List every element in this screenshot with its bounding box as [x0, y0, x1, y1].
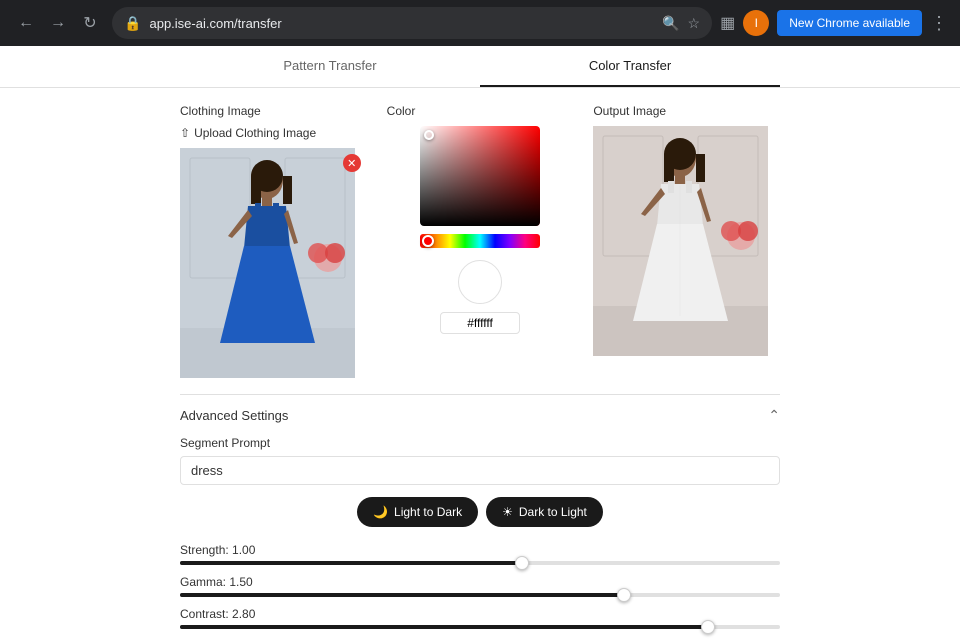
color-spectrum[interactable] [420, 234, 540, 248]
color-picker-area [387, 126, 574, 334]
page: Pattern Transfer Color Transfer Clothing… [0, 46, 960, 640]
slider-label-0: Strength: 1.00 [180, 543, 780, 557]
mode-buttons: 🌙 Light to Dark ☀ Dark to Light [180, 497, 780, 527]
url-text: app.ise-ai.com/transfer [149, 16, 654, 31]
advanced-section: Advanced Settings ⌃ Segment Prompt 🌙 Lig… [180, 394, 780, 640]
extensions-icon[interactable]: ▦ [720, 13, 735, 33]
light-to-dark-button[interactable]: 🌙 Light to Dark [357, 497, 478, 527]
color-gradient-box[interactable] [420, 126, 540, 226]
lock-icon: 🔒 [124, 15, 141, 32]
slider-track-2[interactable] [180, 625, 780, 629]
clothing-col: Clothing Image ⇧ Upload Clothing Image [180, 104, 367, 378]
slider-thumb-0[interactable] [515, 556, 529, 570]
output-image [593, 126, 768, 356]
clothing-image-container: ✕ [180, 148, 367, 378]
search-icon: 🔍 [662, 15, 679, 32]
nav-buttons: ← → ↻ [12, 9, 104, 37]
color-picker-dot [424, 130, 434, 140]
back-button[interactable]: ← [12, 9, 40, 37]
advanced-header[interactable]: Advanced Settings ⌃ [180, 407, 780, 424]
clothing-label: Clothing Image [180, 104, 367, 118]
upload-clothing-button[interactable]: ⇧ Upload Clothing Image [180, 126, 316, 140]
slider-label-1: Gamma: 1.50 [180, 575, 780, 589]
user-avatar[interactable]: I [743, 10, 769, 36]
slider-thumb-2[interactable] [701, 620, 715, 634]
output-label: Output Image [593, 104, 780, 118]
slider-fill-2 [180, 625, 708, 629]
output-col: Output Image [593, 104, 780, 378]
segment-prompt-input[interactable] [180, 456, 780, 485]
slider-track-1[interactable] [180, 593, 780, 597]
upload-icon: ⇧ [180, 126, 190, 140]
tab-pattern[interactable]: Pattern Transfer [180, 46, 480, 87]
slider-fill-0 [180, 561, 522, 565]
slider-row-1: Gamma: 1.50 [180, 575, 780, 597]
browser-right: ▦ I New Chrome available ⋮ [720, 10, 948, 36]
address-bar[interactable]: 🔒 app.ise-ai.com/transfer 🔍 ☆ [112, 7, 712, 39]
slider-row-2: Contrast: 2.80 [180, 607, 780, 629]
main-content: Clothing Image ⇧ Upload Clothing Image [0, 88, 960, 640]
menu-dots-icon[interactable]: ⋮ [930, 13, 948, 34]
chevron-up-icon: ⌃ [768, 407, 780, 424]
browser-chrome: ← → ↻ 🔒 app.ise-ai.com/transfer 🔍 ☆ ▦ I … [0, 0, 960, 46]
color-label: Color [387, 104, 574, 118]
hex-input[interactable] [440, 312, 520, 334]
forward-button[interactable]: → [44, 9, 72, 37]
spectrum-container [420, 234, 540, 248]
sliders-container: Strength: 1.00Gamma: 1.50Contrast: 2.80B… [180, 543, 780, 640]
star-icon: ☆ [687, 15, 700, 32]
chrome-update-button[interactable]: New Chrome available [777, 10, 922, 36]
tabs-bar: Pattern Transfer Color Transfer [0, 46, 960, 88]
slider-row-0: Strength: 1.00 [180, 543, 780, 565]
close-clothing-image-button[interactable]: ✕ [343, 154, 361, 172]
advanced-title: Advanced Settings [180, 408, 288, 423]
sun-icon: ☀ [502, 505, 513, 519]
color-col: Color [387, 104, 574, 378]
segment-prompt-label: Segment Prompt [180, 436, 780, 450]
clothing-image [180, 148, 355, 378]
slider-track-0[interactable] [180, 561, 780, 565]
spectrum-thumb [422, 235, 434, 247]
three-col-layout: Clothing Image ⇧ Upload Clothing Image [180, 104, 780, 378]
slider-fill-1 [180, 593, 624, 597]
tab-color[interactable]: Color Transfer [480, 46, 780, 87]
slider-thumb-1[interactable] [617, 588, 631, 602]
color-preview-circle [458, 260, 502, 304]
dark-to-light-button[interactable]: ☀ Dark to Light [486, 497, 603, 527]
reload-button[interactable]: ↻ [76, 9, 104, 37]
moon-icon: 🌙 [373, 505, 388, 519]
slider-label-2: Contrast: 2.80 [180, 607, 780, 621]
